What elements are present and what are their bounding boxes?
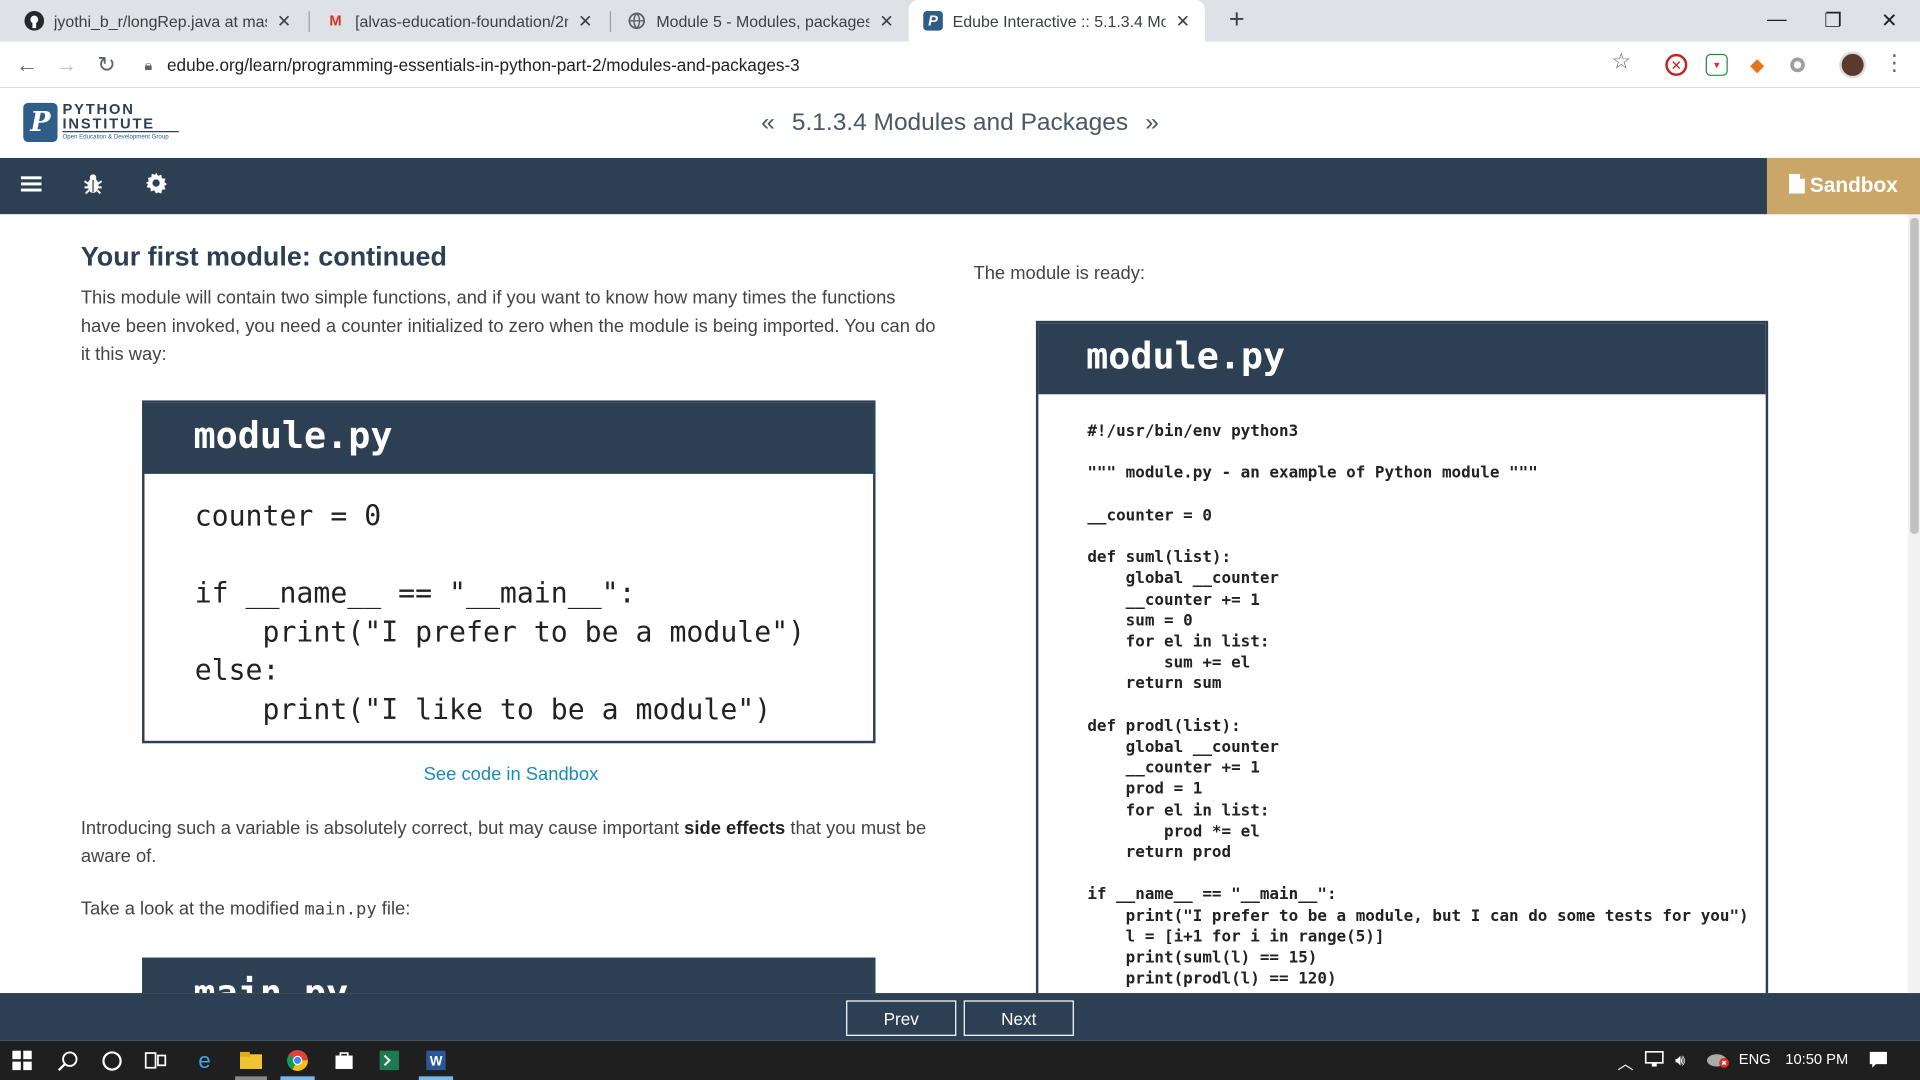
site-header: « 5.1.3.4 Modules and Packages » P PYTHO… (0, 88, 1920, 158)
code-content: counter = 0 if __name__ == "__main__": p… (194, 500, 806, 726)
python-institute-logo[interactable]: P (23, 102, 58, 143)
tab-separator (609, 11, 612, 32)
cortana-icon[interactable] (99, 1048, 123, 1072)
close-tab-icon[interactable]: ✕ (877, 10, 897, 31)
footer-bar: Prev Next (0, 993, 1920, 1041)
lesson-navigation: « 5.1.3.4 Modules and Packages » (0, 88, 1920, 158)
main-file-paragraph: Take a look at the modified main.py file… (81, 895, 938, 924)
close-tab-icon[interactable]: ✕ (576, 10, 596, 31)
python-institute-icon: P (923, 11, 943, 31)
extension-metamask-icon[interactable]: ◆ (1746, 54, 1768, 76)
svg-text:W: W (430, 1053, 443, 1068)
intro-paragraph: This module will contain two simple func… (80, 287, 936, 365)
section-heading: Your first module: continued (80, 241, 447, 272)
onedrive-warning-icon[interactable] (1706, 1051, 1730, 1072)
code-block-module: module.py counter = 0 if __name__ == "__… (142, 400, 876, 744)
bookmark-star-icon[interactable]: ☆ (1611, 49, 1631, 75)
paragraph-text: Take a look at the modified (80, 898, 305, 920)
active-app-indicator (280, 1076, 315, 1080)
next-lesson-icon[interactable]: » (1145, 109, 1159, 137)
edge-icon[interactable]: e (192, 1048, 216, 1072)
code-block-main: main.py (142, 957, 876, 994)
profile-avatar[interactable] (1839, 51, 1867, 79)
tab-separator (308, 11, 310, 32)
windows-taskbar: e W ︿ 🔊︎ ENG 10:50 PM (0, 1040, 1920, 1080)
word-icon[interactable]: W (424, 1048, 448, 1072)
browser-tab-github[interactable]: jyothi_b_r/longRep.java at maste ✕ (10, 0, 306, 42)
browser-tab-module5[interactable]: Module 5 - Modules, packages, s ✕ (612, 0, 908, 42)
running-app-indicator (235, 1076, 267, 1080)
course-toolbar: Sandbox (0, 157, 1920, 215)
browser-toolbar: ← → ↻ 🔒︎ edube.org/learn/programming-ess… (0, 41, 1920, 89)
gmail-icon: M (329, 12, 342, 30)
page-title: 5.1.3.4 Modules and Packages (791, 108, 1129, 136)
lesson-content: Your first module: continued This module… (0, 214, 1908, 994)
chrome-icon[interactable] (285, 1048, 309, 1072)
scrollbar-thumb[interactable] (1910, 217, 1919, 534)
tab-title: Edube Interactive :: 5.1.3.4 Modul (952, 11, 1166, 31)
extension-pocket-icon[interactable]: ▾ (1705, 53, 1728, 76)
app-terminal-icon[interactable] (377, 1048, 401, 1072)
code-block-title: module.py (1038, 323, 1766, 395)
notifications-icon[interactable] (1869, 1051, 1889, 1073)
language-indicator[interactable]: ENG (1739, 1051, 1771, 1068)
logo-tagline: Open Education & Development Group (62, 133, 169, 141)
extension-circle-icon[interactable] (1787, 54, 1809, 76)
minimize-button[interactable]: — (1749, 0, 1805, 42)
restore-button[interactable]: ❐ (1805, 0, 1861, 42)
code-block-title: module.py (144, 402, 874, 474)
code-block-module-full: module.py #!/usr/bin/env python3 """ mod… (1035, 320, 1769, 994)
browser-tab-gmail[interactable]: M [alvas-education-foundation/2nd ✕ (311, 0, 607, 42)
volume-icon[interactable]: 🔊︎ (1675, 1051, 1685, 1071)
tab-title: jyothi_b_r/longRep.java at maste (53, 11, 267, 31)
sandbox-label: Sandbox (1809, 173, 1898, 198)
side-effects-paragraph: Introducing such a variable is absolutel… (81, 814, 950, 870)
logo-text-institute: INSTITUTE (62, 115, 155, 133)
next-button[interactable]: Next (963, 1000, 1074, 1036)
search-icon[interactable] (55, 1048, 79, 1072)
running-app-indicator (418, 1076, 454, 1080)
clock[interactable]: 10:50 PM (1785, 1051, 1848, 1068)
reload-button[interactable]: ↻ (91, 49, 123, 81)
paragraph-text: Introducing such a variable is absolutel… (80, 817, 685, 839)
lock-icon: 🔒︎ (144, 55, 153, 73)
hamburger-menu-icon[interactable] (20, 173, 42, 199)
prev-button[interactable]: Prev (846, 1000, 957, 1036)
inline-code: main.py (304, 900, 377, 920)
windows-start-icon[interactable] (10, 1048, 34, 1072)
prev-lesson-icon[interactable]: « (761, 109, 775, 137)
extension-block-icon[interactable]: ✕ (1665, 53, 1688, 76)
see-code-in-sandbox-link[interactable]: See code in Sandbox (424, 764, 599, 785)
browser-tab-strip: jyothi_b_r/longRep.java at maste ✕ M [al… (0, 0, 1920, 42)
task-view-icon[interactable] (143, 1048, 167, 1072)
tray-chevron-icon[interactable]: ︿ (1618, 1051, 1634, 1074)
code-content: #!/usr/bin/env python3 """ module.py - a… (1087, 422, 1749, 989)
close-tab-icon[interactable]: ✕ (274, 10, 294, 31)
tab-title: Module 5 - Modules, packages, s (656, 11, 870, 31)
url-text: edube.org/learn/programming-essentials-i… (167, 55, 800, 75)
browser-menu-icon[interactable]: ⋮ (1883, 50, 1905, 76)
tab-title: [alvas-education-foundation/2nd (355, 11, 569, 31)
globe-icon (627, 11, 647, 31)
bold-text: side effects (684, 817, 786, 839)
code-block-title: main.py (144, 960, 874, 994)
bug-icon[interactable] (83, 173, 103, 201)
address-bar[interactable]: 🔒︎ edube.org/learn/programming-essential… (135, 47, 1653, 84)
back-button[interactable]: ← (11, 49, 43, 81)
forward-button[interactable]: → (50, 49, 82, 81)
paragraph-text: file: (376, 898, 411, 920)
network-icon[interactable] (1644, 1051, 1666, 1072)
module-ready-text: The module is ready: (973, 263, 1145, 285)
sandbox-button[interactable]: Sandbox (1766, 157, 1920, 215)
file-icon (1789, 173, 1806, 199)
store-icon[interactable] (332, 1048, 356, 1072)
github-icon (24, 11, 45, 31)
close-tab-icon[interactable]: ✕ (1173, 10, 1193, 31)
file-explorer-icon[interactable] (239, 1048, 263, 1072)
close-window-button[interactable]: ✕ (1861, 0, 1917, 42)
browser-tab-edube[interactable]: P Edube Interactive :: 5.1.3.4 Modul ✕ (908, 0, 1205, 42)
gear-icon[interactable] (145, 172, 168, 200)
new-tab-button[interactable]: + (1221, 4, 1253, 37)
